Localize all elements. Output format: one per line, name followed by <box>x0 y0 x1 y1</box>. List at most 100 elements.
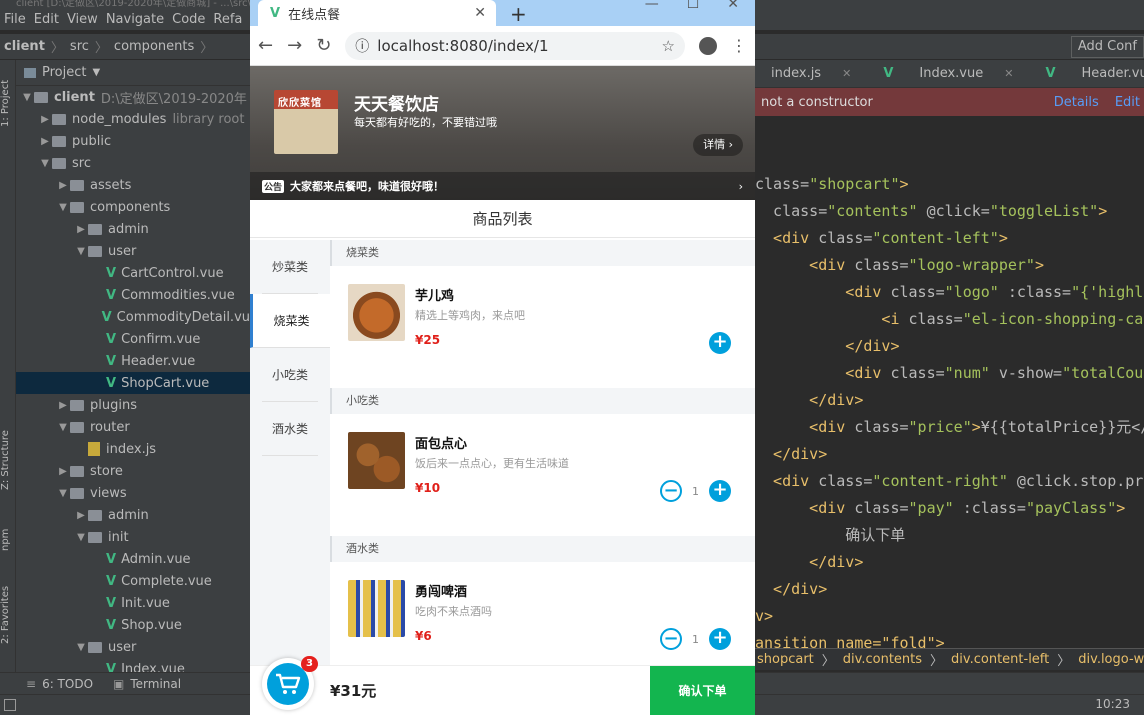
maximize-icon[interactable]: ☐ <box>687 0 700 12</box>
expanded-arrow-icon[interactable]: ▼ <box>20 92 34 103</box>
tree-item-commoditydetail-vu[interactable]: V CommodityDetail.vu <box>16 306 250 328</box>
category-menu-item[interactable]: 酒水类 <box>262 402 318 456</box>
tree-item-user[interactable]: ▼ user <box>16 240 250 262</box>
favorites-tool-tab[interactable]: 2: Favorites <box>0 580 16 650</box>
decrease-button[interactable]: − <box>660 480 682 502</box>
code-crumb[interactable]: div.content-left <box>951 652 1049 667</box>
code-crumb[interactable]: div.logo-wrapp <box>1078 652 1144 667</box>
expanded-arrow-icon[interactable]: ▼ <box>56 202 70 213</box>
collapsed-arrow-icon[interactable]: ▶ <box>38 114 52 125</box>
tree-item-init[interactable]: ▼ init <box>16 526 250 548</box>
notice-bar[interactable]: 公告 大家都来点餐吧，味道很好哦！ › <box>250 172 755 200</box>
add-button[interactable]: + <box>709 628 731 650</box>
minimize-icon[interactable]: — <box>645 0 659 12</box>
tree-item-store[interactable]: ▶ store <box>16 460 250 482</box>
forward-arrow-icon[interactable]: → <box>287 35 302 56</box>
tree-item-complete-vue[interactable]: V Complete.vue <box>16 570 250 592</box>
tree-item-router[interactable]: ▼ router <box>16 416 250 438</box>
back-arrow-icon[interactable]: ← <box>258 35 273 56</box>
tree-item-commodities-vue[interactable]: V Commodities.vue <box>16 284 250 306</box>
tree-item-user[interactable]: ▼ user <box>16 636 250 658</box>
menu-item-file[interactable]: File <box>0 12 30 27</box>
tree-item-public[interactable]: ▶ public <box>16 130 250 152</box>
project-tool-tab[interactable]: 1: Project <box>0 68 16 138</box>
food-item[interactable]: 勇闯啤酒 吃肉不来点酒吗 ¥6 −1 + <box>330 562 755 665</box>
decrease-button[interactable]: − <box>660 628 682 650</box>
tree-item-views[interactable]: ▼ views <box>16 482 250 504</box>
food-item[interactable]: 面包点心 饭后来一点点心，更有生活味道 ¥10 −1 + <box>330 414 755 536</box>
expanded-arrow-icon[interactable]: ▼ <box>74 246 88 257</box>
cart-button[interactable]: 3 <box>262 656 318 710</box>
tree-item-init-vue[interactable]: V Init.vue <box>16 592 250 614</box>
close-window-icon[interactable]: ✕ <box>727 0 739 12</box>
tree-item-components[interactable]: ▼ components <box>16 196 250 218</box>
expanded-arrow-icon[interactable]: ▼ <box>74 642 88 653</box>
category-menu-item[interactable]: 小吃类 <box>262 348 318 402</box>
tree-item-confirm-vue[interactable]: V Confirm.vue <box>16 328 250 350</box>
tree-item-admin[interactable]: ▶ admin <box>16 504 250 526</box>
code-crumb[interactable]: shopcart <box>757 652 814 667</box>
editor-tab[interactable]: VHeader.vue✕ <box>1029 66 1144 81</box>
add-button[interactable]: + <box>709 332 731 354</box>
collapsed-arrow-icon[interactable]: ▶ <box>56 400 70 411</box>
browser-tab[interactable]: V 在线点餐 ✕ <box>258 0 496 26</box>
collapsed-arrow-icon[interactable]: ▶ <box>74 224 88 235</box>
tree-item-shop-vue[interactable]: V Shop.vue <box>16 614 250 636</box>
collapsed-arrow-icon[interactable]: ▶ <box>38 136 52 147</box>
tree-item-node-modules[interactable]: ▶ node_modules library root <box>16 108 250 130</box>
tree-item-assets[interactable]: ▶ assets <box>16 174 250 196</box>
code-editor[interactable]: class="shopcart"> class="contents" @clic… <box>755 171 1144 657</box>
menu-item-refa[interactable]: Refa <box>209 12 246 27</box>
structure-tool-tab[interactable]: Z: Structure <box>0 420 16 500</box>
category-menu-item[interactable]: 炒菜类 <box>262 240 318 294</box>
terminal-tab[interactable]: ▣ Terminal <box>113 677 181 691</box>
menu-item-code[interactable]: Code <box>168 12 209 27</box>
expanded-arrow-icon[interactable]: ▼ <box>56 422 70 433</box>
tree-item-cartcontrol-vue[interactable]: V CartControl.vue <box>16 262 250 284</box>
category-menu-item[interactable]: 烧菜类 <box>250 294 330 348</box>
project-panel-header[interactable]: Project ▼ <box>16 60 250 86</box>
breadcrumb-item[interactable]: client <box>4 39 45 54</box>
close-tab-icon[interactable]: ✕ <box>996 67 1021 80</box>
close-tab-icon[interactable]: ✕ <box>834 67 859 80</box>
info-icon[interactable]: ⓘ <box>355 36 369 56</box>
tree-item-shopcart-vue[interactable]: V ShopCart.vue <box>16 372 250 394</box>
tree-item-admin-vue[interactable]: V Admin.vue <box>16 548 250 570</box>
reload-icon[interactable]: ↻ <box>316 35 331 56</box>
tree-item-plugins[interactable]: ▶ plugins <box>16 394 250 416</box>
details-link[interactable]: Details <box>1054 95 1099 110</box>
tree-item-client[interactable]: ▼ client D:\定做区\2019-2020年 <box>16 86 250 108</box>
todo-tab[interactable]: ≡ 6: TODO <box>26 677 93 691</box>
collapsed-arrow-icon[interactable]: ▶ <box>56 180 70 191</box>
breadcrumb-item[interactable]: components <box>114 39 194 54</box>
close-tab-icon[interactable]: ✕ <box>474 5 486 21</box>
expanded-arrow-icon[interactable]: ▼ <box>56 488 70 499</box>
menu-item-edit[interactable]: Edit <box>30 12 63 27</box>
breadcrumb-item[interactable]: src <box>70 39 89 54</box>
add-configuration-button[interactable]: Add Conf <box>1070 36 1144 58</box>
status-square-icon[interactable] <box>4 699 16 711</box>
expanded-arrow-icon[interactable]: ▼ <box>74 532 88 543</box>
bookmark-star-icon[interactable]: ☆ <box>662 37 675 55</box>
food-item[interactable]: 芋儿鸡 精选上等鸡肉，来点吧 ¥25 + <box>330 266 755 388</box>
tree-item-admin[interactable]: ▶ admin <box>16 218 250 240</box>
confirm-order-button[interactable]: 确认下单 <box>650 666 755 715</box>
shop-detail-button[interactable]: 详情 › <box>693 134 743 156</box>
edit-link[interactable]: Edit <box>1115 95 1140 110</box>
new-tab-button[interactable]: + <box>510 2 527 26</box>
tree-item-index-vue[interactable]: V Index.vue <box>16 658 250 673</box>
profile-avatar-icon[interactable] <box>699 36 717 55</box>
code-crumb[interactable]: div.contents <box>843 652 922 667</box>
npm-tool-tab[interactable]: npm <box>0 520 16 560</box>
editor-tab[interactable]: index.js ✕ <box>755 66 867 81</box>
editor-tab[interactable]: V Index.vue ✕ <box>867 66 1029 81</box>
tree-item-header-vue[interactable]: V Header.vue <box>16 350 250 372</box>
address-bar[interactable]: ⓘ localhost:8080/index/1 ☆ <box>345 31 685 60</box>
expanded-arrow-icon[interactable]: ▼ <box>38 158 52 169</box>
menu-item-navigate[interactable]: Navigate <box>102 12 168 27</box>
menu-kebab-icon[interactable]: ⋮ <box>731 36 747 55</box>
collapsed-arrow-icon[interactable]: ▶ <box>74 510 88 521</box>
collapsed-arrow-icon[interactable]: ▶ <box>56 466 70 477</box>
tree-item-src[interactable]: ▼ src <box>16 152 250 174</box>
menu-item-view[interactable]: View <box>63 12 102 27</box>
